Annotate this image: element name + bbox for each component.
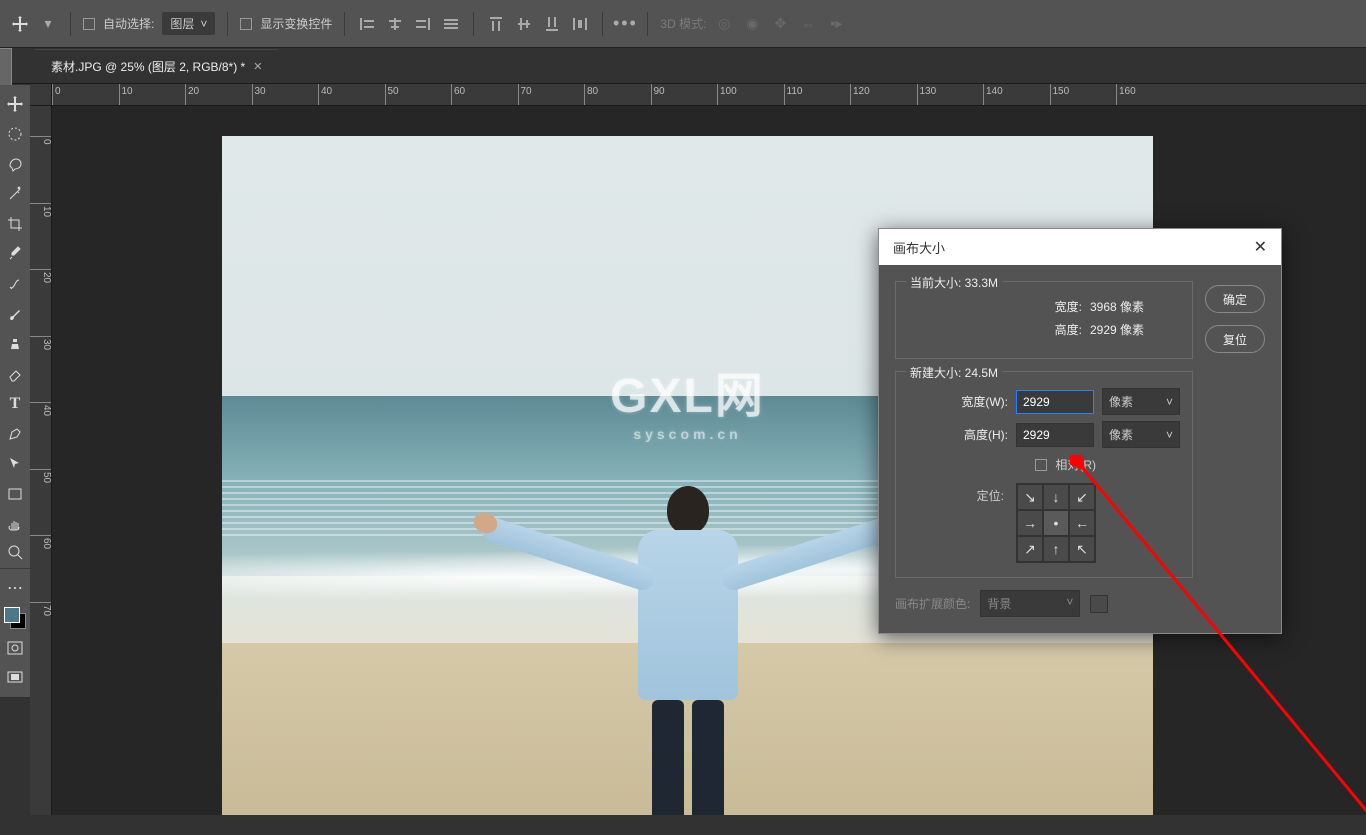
align-justify-icon[interactable] — [441, 14, 461, 34]
current-width-value: 3968 像素 — [1090, 298, 1180, 315]
chevron-down-icon: ˅ — [1066, 595, 1073, 612]
color-swatches[interactable] — [4, 607, 26, 629]
align-hcenter-icon[interactable] — [385, 14, 405, 34]
height-input[interactable] — [1016, 423, 1094, 447]
document-tab[interactable]: 素材.JPG @ 25% (图层 2, RGB/8*) * ✕ — [35, 49, 278, 83]
align-bottom-icon[interactable] — [542, 14, 562, 34]
clone-stamp-tool[interactable] — [0, 329, 30, 359]
align-left-icon[interactable] — [357, 14, 377, 34]
rectangle-tool[interactable] — [0, 479, 30, 509]
align-top-icon[interactable] — [486, 14, 506, 34]
auto-select-label: 自动选择: — [103, 15, 154, 32]
roll-3d-icon: ◉ — [742, 14, 762, 34]
chevron-down-icon: ˅ — [200, 17, 207, 31]
anchor-tc[interactable]: ↓ — [1043, 484, 1069, 510]
distribute-icon[interactable] — [570, 14, 590, 34]
dialog-title: 画布大小 — [893, 238, 945, 257]
slide-3d-icon: ⇔ — [798, 14, 818, 34]
current-height-label: 高度: — [1055, 321, 1082, 338]
collapsed-panel-stub[interactable] — [0, 48, 12, 86]
foreground-color-swatch[interactable] — [4, 607, 20, 623]
move-tool[interactable] — [0, 89, 30, 119]
quick-mask-icon[interactable] — [0, 633, 30, 663]
extension-color-label: 画布扩展颜色: — [895, 595, 970, 612]
zoom-tool[interactable] — [0, 539, 30, 569]
anchor-label: 定位: — [977, 483, 1004, 504]
show-transform-checkbox[interactable] — [240, 18, 252, 30]
relative-checkbox[interactable] — [1035, 459, 1047, 471]
tools-panel: T ⋯ — [0, 85, 30, 697]
new-size-group: 新建大小: 24.5M 宽度(W): 像素˅ 高度(H): 像素˅ 相对(R) … — [895, 371, 1193, 578]
anchor-mr[interactable]: ← — [1069, 510, 1095, 536]
close-tab-icon[interactable]: ✕ — [253, 60, 262, 73]
canvas-size-dialog: 画布大小 ✕ 当前大小: 33.3M 宽度: 3968 像素 高度: 2929 … — [878, 228, 1282, 634]
height-unit-dropdown[interactable]: 像素˅ — [1102, 421, 1180, 448]
vertical-ruler[interactable]: 010203040506070 — [30, 106, 52, 815]
show-transform-label: 显示变换控件 — [260, 15, 332, 32]
anchor-ml[interactable]: → — [1017, 510, 1043, 536]
anchor-center[interactable]: • — [1043, 510, 1069, 536]
orbit-3d-icon: ◎ — [714, 14, 734, 34]
new-size-legend: 新建大小: 24.5M — [906, 364, 1002, 381]
marquee-tool[interactable] — [0, 119, 30, 149]
width-label: 宽度(W): — [961, 393, 1008, 410]
more-options-icon[interactable]: ••• — [615, 14, 635, 34]
chevron-down-icon: ˅ — [1166, 428, 1173, 442]
dialog-title-bar[interactable]: 画布大小 ✕ — [879, 229, 1281, 265]
camera-3d-icon: ▪▸ — [826, 14, 846, 34]
path-selection-tool[interactable] — [0, 449, 30, 479]
extension-color-dropdown: 背景˅ — [980, 590, 1080, 617]
auto-select-checkbox[interactable] — [83, 18, 95, 30]
current-size-group: 当前大小: 33.3M 宽度: 3968 像素 高度: 2929 像素 — [895, 281, 1193, 359]
pan-3d-icon: ✥ — [770, 14, 790, 34]
current-height-value: 2929 像素 — [1090, 321, 1180, 338]
lasso-tool[interactable] — [0, 149, 30, 179]
horizontal-ruler[interactable]: 0102030405060708090100110120130140150160 — [52, 84, 1366, 106]
watermark: GXL网 syscom.cn — [610, 356, 765, 442]
reset-button[interactable]: 复位 — [1205, 325, 1265, 353]
hand-tool[interactable] — [0, 509, 30, 539]
screen-mode-icon[interactable] — [0, 663, 30, 693]
current-width-label: 宽度: — [1055, 298, 1082, 315]
width-input[interactable] — [1016, 390, 1094, 414]
move-tool-icon — [10, 14, 30, 34]
brush-tool[interactable] — [0, 299, 30, 329]
ruler-origin[interactable] — [30, 84, 52, 106]
canvas-artwork — [638, 486, 738, 815]
close-dialog-icon[interactable]: ✕ — [1254, 237, 1267, 257]
chevron-down-icon[interactable]: ▾ — [38, 14, 58, 34]
crop-tool[interactable] — [0, 209, 30, 239]
ok-button[interactable]: 确定 — [1205, 285, 1265, 313]
anchor-bl[interactable]: ↗ — [1017, 536, 1043, 562]
anchor-br[interactable]: ↖ — [1069, 536, 1095, 562]
relative-label: 相对(R) — [1055, 456, 1096, 473]
anchor-bc[interactable]: ↑ — [1043, 536, 1069, 562]
pen-tool[interactable] — [0, 419, 30, 449]
extension-color-swatch — [1090, 595, 1108, 613]
align-vcenter-icon[interactable] — [514, 14, 534, 34]
healing-brush-tool[interactable] — [0, 269, 30, 299]
options-bar: ▾ 自动选择: 图层 ˅ 显示变换控件 ••• 3D 模式: ◎ ◉ ✥ ⇔ ▪… — [0, 0, 1366, 48]
anchor-grid: ↘ ↓ ↙ → • ← ↗ ↑ ↖ — [1016, 483, 1096, 563]
width-unit-dropdown[interactable]: 像素˅ — [1102, 388, 1180, 415]
height-label: 高度(H): — [964, 426, 1008, 443]
auto-select-target-dropdown[interactable]: 图层 ˅ — [162, 12, 215, 35]
document-tab-title: 素材.JPG @ 25% (图层 2, RGB/8*) * — [51, 58, 245, 75]
align-right-icon[interactable] — [413, 14, 433, 34]
anchor-tr[interactable]: ↙ — [1069, 484, 1095, 510]
anchor-tl[interactable]: ↘ — [1017, 484, 1043, 510]
eraser-tool[interactable] — [0, 359, 30, 389]
mode-3d-label: 3D 模式: — [660, 15, 706, 32]
chevron-down-icon: ˅ — [1166, 395, 1173, 409]
current-size-legend: 当前大小: 33.3M — [906, 274, 1002, 291]
eyedropper-tool[interactable] — [0, 239, 30, 269]
edit-toolbar-icon[interactable]: ⋯ — [0, 573, 30, 603]
document-tab-bar: 素材.JPG @ 25% (图层 2, RGB/8*) * ✕ — [0, 48, 1366, 84]
type-tool[interactable]: T — [0, 389, 30, 419]
magic-wand-tool[interactable] — [0, 179, 30, 209]
auto-select-target-value: 图层 — [170, 15, 194, 32]
